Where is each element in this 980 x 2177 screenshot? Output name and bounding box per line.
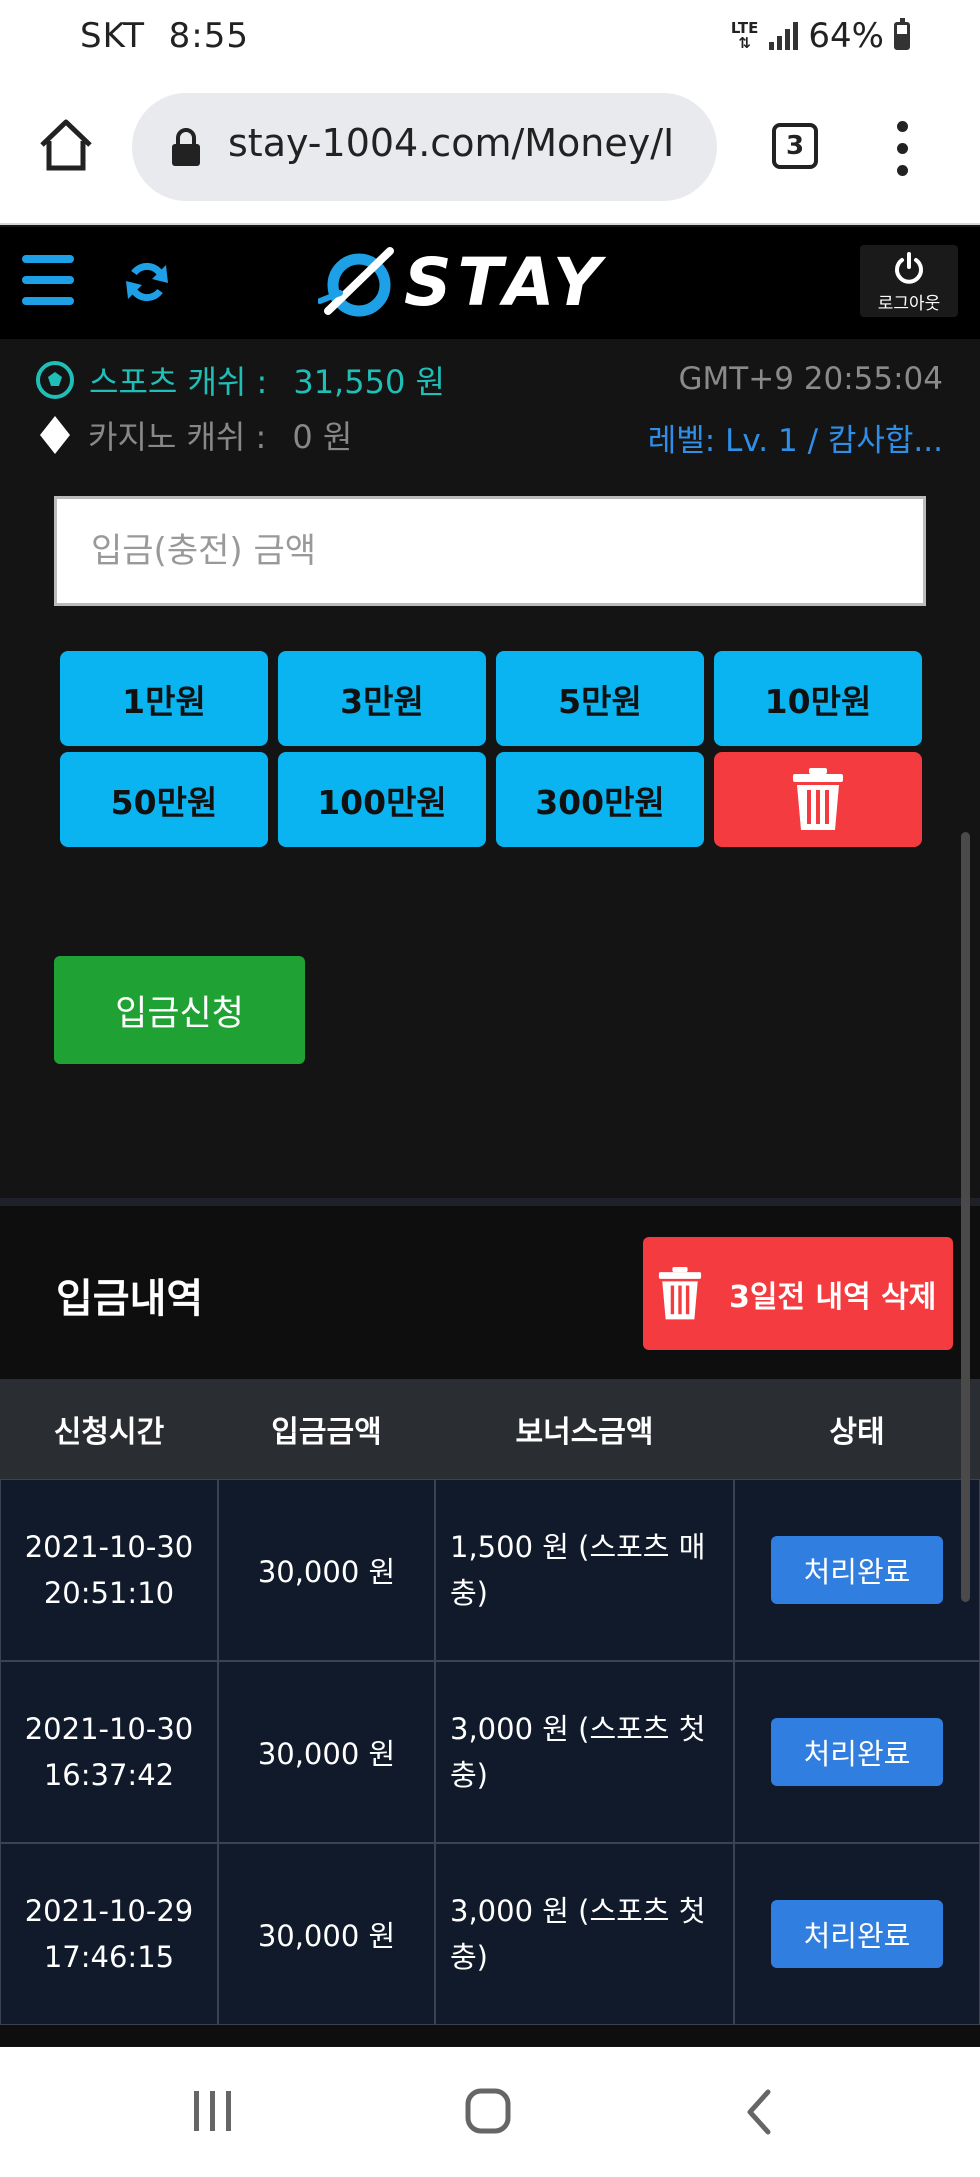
power-icon — [895, 252, 923, 284]
status-left: SKT 8:55 — [80, 16, 249, 56]
refresh-icon[interactable] — [122, 257, 172, 307]
quick-amount-10man-button[interactable]: 10만원 — [714, 651, 922, 746]
tab-switcher-button[interactable]: 3 — [772, 123, 818, 169]
delete-old-history-button[interactable]: 3일전 내역 삭제 — [643, 1237, 953, 1350]
battery-icon — [894, 18, 910, 50]
status-cell: 처리완료 — [734, 1661, 980, 1843]
quick-amount-100man-button[interactable]: 100만원 — [278, 752, 486, 847]
quick-amount-3man-button[interactable]: 3만원 — [278, 651, 486, 746]
sports-cash-row: 스포츠 캐쉬 : 31,550 원 — [35, 357, 445, 403]
deposit-apply-button[interactable]: 입금신청 — [54, 956, 305, 1064]
soccer-ball-icon — [36, 361, 74, 399]
logo-text: STAY — [404, 243, 607, 321]
section-divider — [0, 1198, 980, 1206]
signal-icon — [769, 22, 799, 50]
request-time-cell: 2021-10-30 20:51:10 — [0, 1479, 218, 1661]
status-cell: 처리완료 — [734, 1479, 980, 1661]
status-badge[interactable]: 처리완료 — [771, 1536, 943, 1604]
address-bar[interactable]: stay-1004.com/Money/I — [132, 93, 717, 201]
site-header: STAY 로그아웃 — [0, 227, 980, 339]
quick-amount-5man-button[interactable]: 5만원 — [496, 651, 704, 746]
delete-old-history-label: 3일전 내역 삭제 — [729, 1279, 937, 1315]
lte-icon: LTE ⇅ — [730, 19, 759, 52]
casino-cash-value: 0 원 — [292, 418, 353, 456]
battery-percent: 64% — [808, 16, 884, 56]
home-icon[interactable] — [38, 117, 94, 173]
column-status: 상태 — [829, 1415, 885, 1450]
request-time-cell: 2021-10-29 17:46:15 — [0, 1843, 218, 2025]
site-logo[interactable]: STAY — [318, 239, 607, 325]
amount-cell: 30,000 원 — [218, 1479, 435, 1661]
logo-mark-icon — [318, 247, 394, 317]
logout-button[interactable]: 로그아웃 — [860, 245, 958, 317]
table-row: 2021-10-30 16:37:42 30,000 원 3,000 원 (스포츠… — [0, 1661, 980, 1843]
page-scrollbar[interactable] — [961, 832, 970, 1602]
history-title: 입금내역 — [56, 1276, 204, 1322]
home-nav-icon[interactable] — [464, 2087, 512, 2135]
quick-amount-300man-button[interactable]: 300만원 — [496, 752, 704, 847]
trash-icon — [658, 1266, 702, 1319]
user-level[interactable]: 레벨: Lv. 1 / 캄사합... — [648, 415, 943, 460]
clear-amount-button[interactable] — [714, 752, 922, 847]
system-navigation-bar — [0, 2047, 980, 2177]
url-text[interactable]: stay-1004.com/Money/I — [228, 121, 698, 165]
status-badge[interactable]: 처리완료 — [771, 1718, 943, 1786]
menu-icon[interactable] — [22, 255, 74, 305]
bonus-cell: 1,500 원 (스포츠 매충) — [435, 1479, 734, 1661]
table-row: 2021-10-29 17:46:15 30,000 원 3,000 원 (스포츠… — [0, 1843, 980, 2025]
sports-cash-label: 스포츠 캐쉬 : — [89, 363, 268, 401]
server-clock: GMT+9 20:55:04 — [678, 361, 943, 397]
trash-icon — [793, 767, 843, 830]
balance-info: 스포츠 캐쉬 : 31,550 원 카지노 캐쉬 : 0 원 GMT+9 20:… — [0, 339, 980, 469]
sports-cash-value: 31,550 원 — [293, 363, 445, 401]
lock-icon — [172, 128, 200, 166]
diamond-icon — [40, 416, 70, 454]
status-badge[interactable]: 처리완료 — [771, 1900, 943, 1968]
system-status-bar: SKT 8:55 LTE ⇅ 64% — [0, 0, 980, 75]
table-row: 2021-10-30 20:51:10 30,000 원 1,500 원 (스포츠… — [0, 1479, 980, 1661]
browser-menu-icon[interactable] — [888, 121, 918, 177]
status-right: LTE ⇅ 64% — [731, 16, 910, 56]
carrier-label: SKT — [80, 16, 146, 56]
bonus-cell: 3,000 원 (스포츠 첫충) — [435, 1843, 734, 2025]
status-cell: 처리완료 — [734, 1843, 980, 2025]
amount-cell: 30,000 원 — [218, 1843, 435, 2025]
column-deposit-amount: 입금금액 — [271, 1415, 382, 1450]
column-request-time: 신청시간 — [53, 1415, 165, 1450]
logout-label: 로그아웃 — [877, 294, 941, 314]
column-bonus-amount: 보너스금액 — [515, 1415, 654, 1450]
deposit-history-section: 입금내역 3일전 내역 삭제 신청시간 입금금액 보너스금액 상태 2021-1… — [0, 1206, 980, 2046]
casino-cash-row: 카지노 캐쉬 : 0 원 — [40, 412, 352, 458]
deposit-amount-input[interactable] — [54, 496, 926, 606]
casino-cash-label: 카지노 캐쉬 : — [88, 418, 267, 456]
browser-toolbar: stay-1004.com/Money/I 3 — [0, 75, 980, 225]
back-icon[interactable] — [744, 2089, 774, 2135]
bonus-cell: 3,000 원 (스포츠 첫충) — [435, 1661, 734, 1843]
quick-amount-50man-button[interactable]: 50만원 — [60, 752, 268, 847]
recent-apps-icon[interactable] — [190, 2089, 236, 2133]
clock-label: 8:55 — [168, 16, 249, 56]
amount-cell: 30,000 원 — [218, 1661, 435, 1843]
request-time-cell: 2021-10-30 16:37:42 — [0, 1661, 218, 1843]
history-table-header: 신청시간 입금금액 보너스금액 상태 — [0, 1379, 980, 1479]
quick-amount-1man-button[interactable]: 1만원 — [60, 651, 268, 746]
